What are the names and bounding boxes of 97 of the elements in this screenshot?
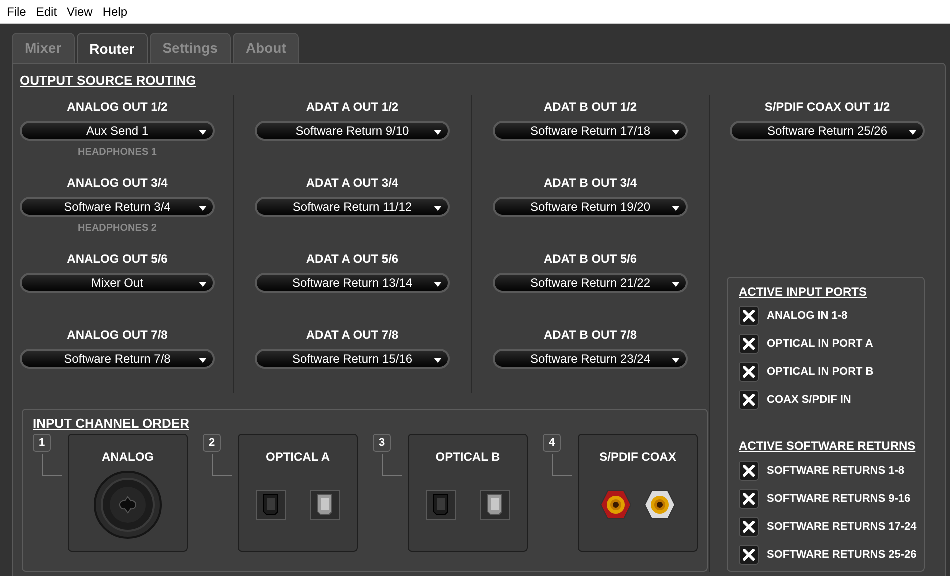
cross-icon [743,493,755,505]
tab[interactable]: Router [76,33,148,64]
source-dropdown[interactable]: Mixer Out [20,273,215,293]
checkbox-label: COAX S/PDIF IN [767,392,852,408]
optical-port-icon [256,490,286,520]
input-card[interactable]: S/PDIF COAX [578,434,698,552]
caret-icon [672,130,680,135]
checkbox-label: SOFTWARE RETURNS 9-16 [767,492,911,507]
checkbox-label: ANALOG IN 1-8 [767,308,848,324]
checkbox-label: OPTICAL IN PORT B [767,364,874,380]
output-label: ADAT B OUT 1/2 [544,99,638,115]
source-dropdown[interactable]: Software Return 9/10 [255,121,450,141]
source-dropdown[interactable]: Software Return 11/12 [255,197,450,217]
checkbox-label: SOFTWARE RETURNS 17-24 [767,520,917,535]
checkbox-label: SOFTWARE RETURNS 25-26 [767,548,917,563]
rca-jack-icon [644,490,676,520]
checkbox[interactable] [739,334,759,354]
caret-icon [434,282,442,287]
output-label: ADAT A OUT 5/6 [306,251,399,267]
cross-icon [743,549,755,561]
checkbox-label: OPTICAL IN PORT A [767,336,874,352]
optical-port-icon [480,490,510,520]
input-card-label: ANALOG [102,449,154,465]
cross-icon [743,338,755,350]
connector-line [212,454,232,476]
checkbox[interactable] [739,489,759,509]
output-label: ADAT A OUT 3/4 [306,175,399,191]
output-label: S/PDIF COAX OUT 1/2 [764,99,890,115]
input-card[interactable]: OPTICAL A [238,434,358,552]
rca-jack-icon [600,490,632,520]
connector-line [382,454,402,476]
caret-icon [672,206,680,211]
source-dropdown[interactable]: Software Return 13/14 [255,273,450,293]
output-label: ADAT B OUT 3/4 [544,175,638,191]
caret-icon [199,130,207,135]
section-title: ACTIVE SOFTWARE RETURNS [739,438,916,454]
source-dropdown[interactable]: Software Return 15/16 [255,349,450,369]
menu-item[interactable]: Help [98,2,133,20]
checkbox[interactable] [739,362,759,382]
section-title: INPUT CHANNEL ORDER [33,416,190,432]
checkbox[interactable] [739,390,759,410]
checkbox[interactable] [739,306,759,326]
optical-port-icon [310,490,340,520]
input-card[interactable]: ANALOG [68,434,188,552]
source-dropdown[interactable]: Software Return 7/8 [20,349,215,369]
cross-icon [743,366,755,378]
output-label: ANALOG OUT 3/4 [67,175,168,191]
order-number: 4 [543,434,561,452]
cross-icon [743,465,755,477]
input-card[interactable]: OPTICAL B [408,434,528,552]
connector-line [552,454,572,476]
output-label: ADAT B OUT 7/8 [544,327,638,343]
checkbox[interactable] [739,517,759,537]
order-number: 1 [33,434,51,452]
caret-icon [199,206,207,211]
checkbox[interactable] [739,461,759,481]
order-number: 2 [203,434,221,452]
source-dropdown[interactable]: Software Return 21/22 [493,273,688,293]
optical-port-icon [426,490,456,520]
input-card-label: OPTICAL A [266,449,330,465]
caret-icon [199,282,207,287]
order-number: 3 [373,434,391,452]
output-label: ADAT A OUT 7/8 [306,327,399,343]
output-label: ANALOG OUT 7/8 [67,327,168,343]
cross-icon [743,394,755,406]
source-dropdown[interactable]: Software Return 3/4 [20,197,215,217]
output-label: ANALOG OUT 1/2 [67,99,168,115]
caret-icon [434,130,442,135]
source-dropdown[interactable]: Software Return 19/20 [493,197,688,217]
output-label: ADAT B OUT 5/6 [544,251,638,267]
checkbox[interactable] [739,545,759,565]
cross-icon [743,521,755,533]
caret-icon [909,130,917,135]
source-dropdown[interactable]: Software Return 17/18 [493,121,688,141]
source-dropdown[interactable]: Aux Send 1 [20,121,215,141]
caret-icon [199,358,207,363]
caret-icon [672,358,680,363]
caret-icon [434,358,442,363]
source-dropdown[interactable]: Software Return 23/24 [493,349,688,369]
section-title: OUTPUT SOURCE ROUTING [20,73,196,89]
cross-icon [743,310,755,322]
menu-item[interactable]: File [2,2,32,20]
checkbox-label: SOFTWARE RETURNS 1-8 [767,464,905,479]
menu-item[interactable]: View [62,2,98,20]
caret-icon [672,282,680,287]
menu-item[interactable]: Edit [31,2,62,20]
output-label: ADAT A OUT 1/2 [306,99,399,115]
source-dropdown[interactable]: Software Return 25/26 [730,121,925,141]
output-label: ANALOG OUT 5/6 [67,251,168,267]
xlr-jack-icon [94,471,162,539]
output-sublabel: HEADPHONES 2 [78,222,157,236]
section-title: ACTIVE INPUT PORTS [739,284,868,300]
input-card-label: S/PDIF COAX [600,449,676,465]
connector-line [42,454,62,476]
caret-icon [434,206,442,211]
input-card-label: OPTICAL B [436,449,500,465]
output-sublabel: HEADPHONES 1 [78,146,157,160]
